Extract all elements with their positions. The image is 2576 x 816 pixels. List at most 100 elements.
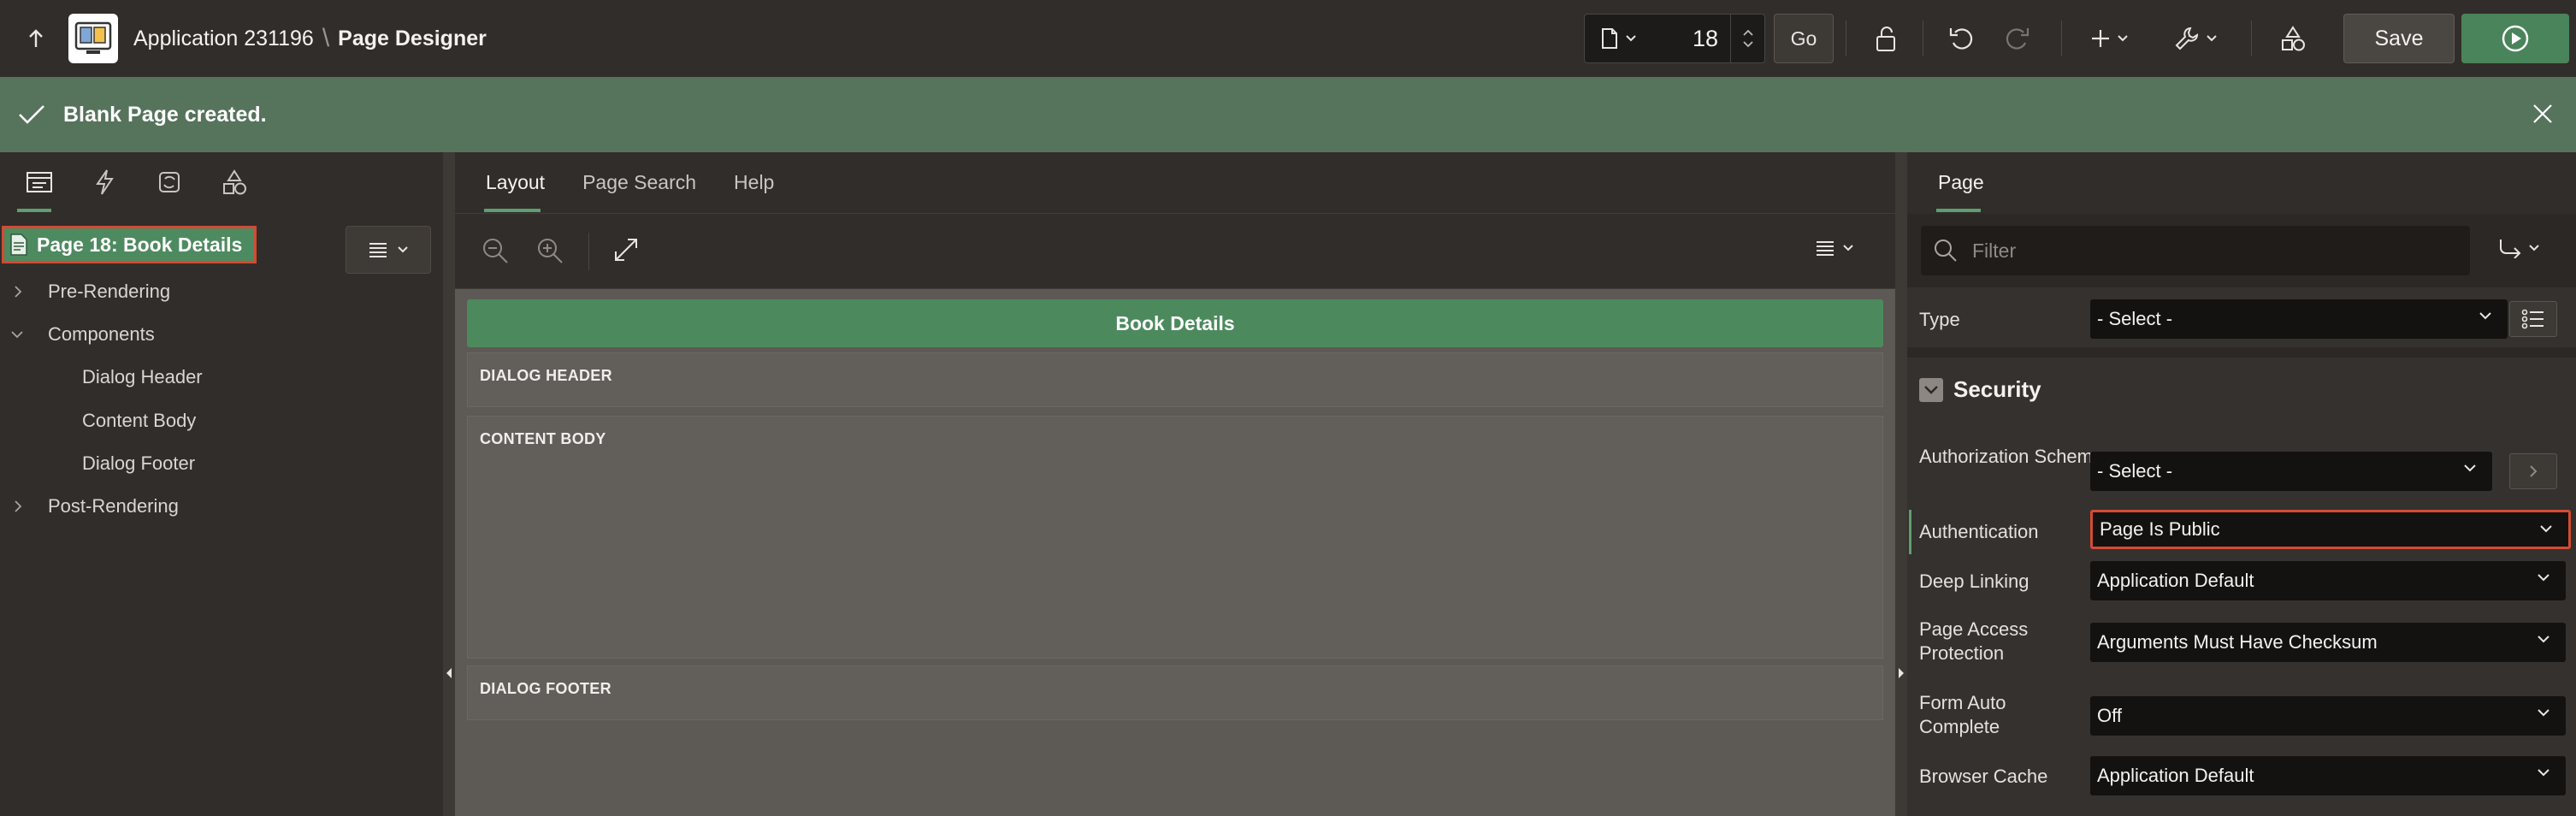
chevron-right-icon: [15, 286, 22, 298]
tab-page-search[interactable]: Page Search: [582, 171, 696, 194]
shared-components-tab-icon[interactable]: [219, 165, 250, 199]
tree-node-post-rendering[interactable]: Post-Rendering: [14, 495, 179, 517]
page-finder-button[interactable]: [1585, 27, 1653, 50]
rendering-tree-pane: Page 18: Book Details Pre-Rendering Comp…: [0, 152, 443, 816]
active-tab-indicator: [17, 209, 51, 212]
wrench-icon: [2175, 27, 2199, 50]
active-tab-indicator: [1936, 209, 1981, 212]
undo-icon[interactable]: [1943, 17, 1981, 60]
chevron-down-icon: [2540, 525, 2552, 533]
position-content-body[interactable]: CONTENT BODY: [467, 416, 1883, 659]
tree-node-pre-rendering[interactable]: Pre-Rendering: [14, 281, 170, 303]
authorization-scheme-label: Authorization Scheme: [1919, 446, 2104, 467]
chevron-down-icon: [11, 331, 23, 339]
success-message-text: Blank Page created.: [63, 102, 267, 127]
chevron-down-icon: [2464, 464, 2476, 472]
checkmark-icon: [19, 105, 44, 124]
type-label: Type: [1919, 309, 1960, 330]
page-root-node[interactable]: Page 18: Book Details: [2, 226, 257, 263]
breadcrumb-separator: \: [322, 24, 330, 52]
page-number-input[interactable]: 18: [1653, 26, 1730, 52]
tab-layout[interactable]: Layout: [486, 171, 545, 194]
layout-canvas: Book Details DIALOG HEADER CONTENT BODY …: [455, 289, 1895, 816]
tree-node-components[interactable]: Components: [10, 323, 155, 346]
utilities-menu-button[interactable]: [2167, 17, 2224, 60]
lock-page-icon[interactable]: [1870, 17, 1904, 60]
go-to-authorization-button[interactable]: [2509, 453, 2557, 489]
redo-icon[interactable]: [1998, 17, 2035, 60]
page-access-protection-select[interactable]: Arguments Must Have Checksum: [2090, 623, 2566, 662]
toolbar-divider: [2061, 21, 2062, 56]
processing-tab-icon[interactable]: [154, 165, 185, 199]
property-filter: [1921, 226, 2470, 275]
region-book-details[interactable]: Book Details: [467, 299, 1883, 347]
layout-menu-button[interactable]: [1815, 239, 1854, 257]
tree-node-dialog-footer[interactable]: Dialog Footer: [82, 452, 195, 475]
left-splitter[interactable]: [443, 152, 455, 816]
form-auto-complete-label: Form Auto Complete: [1919, 692, 2006, 737]
security-group-header[interactable]: Security: [1919, 376, 2041, 403]
dynamic-actions-tab-icon[interactable]: [89, 165, 120, 199]
tab-page[interactable]: Page: [1938, 171, 1984, 194]
active-tab-indicator: [484, 209, 541, 212]
deep-linking-label: Deep Linking: [1919, 571, 2029, 592]
chevron-down-icon: [2529, 245, 2539, 251]
property-editor-pane: Page Type - Select - Security Authorizat…: [1907, 152, 2576, 816]
current-property-marker: [1909, 510, 1911, 554]
tree-node-content-body[interactable]: Content Body: [82, 410, 196, 432]
type-select[interactable]: - Select -: [2090, 299, 2508, 339]
right-splitter[interactable]: [1895, 152, 1907, 816]
browser-cache-select[interactable]: Application Default: [2090, 756, 2566, 795]
up-arrow-icon[interactable]: [19, 13, 53, 64]
form-auto-complete-select[interactable]: Off: [2090, 696, 2566, 736]
deep-linking-select[interactable]: Application Default: [2090, 561, 2566, 600]
expand-icon[interactable]: [612, 236, 640, 263]
search-icon: [1935, 239, 1957, 262]
page-selector: 18: [1584, 14, 1765, 63]
authentication-select[interactable]: Page Is Public: [2090, 510, 2571, 549]
chevron-down-icon: [2538, 636, 2549, 643]
tree-menu-button[interactable]: [346, 226, 431, 274]
tab-help[interactable]: Help: [734, 171, 774, 194]
document-icon: [1602, 28, 1617, 49]
filter-input[interactable]: [1972, 239, 2451, 263]
rendering-tab-icon[interactable]: [24, 165, 55, 199]
tree-node-dialog-header[interactable]: Dialog Header: [82, 366, 203, 388]
security-group-title: Security: [1953, 376, 2041, 402]
list-view-button[interactable]: [2509, 301, 2557, 337]
left-pane-tabs: [0, 152, 443, 212]
authentication-label: Authentication: [1919, 521, 2039, 542]
page-number-stepper[interactable]: [1730, 15, 1764, 62]
authorization-scheme-select[interactable]: - Select -: [2090, 452, 2492, 491]
collapse-toggle-icon[interactable]: [1919, 377, 1943, 402]
position-dialog-header[interactable]: DIALOG HEADER: [467, 352, 1883, 407]
zoom-out-icon[interactable]: [481, 236, 510, 265]
zoom-in-icon[interactable]: [535, 236, 564, 265]
chevron-down-icon: [2538, 709, 2549, 717]
property-editor-tabs: Page: [1907, 152, 2576, 214]
breadcrumb-application[interactable]: Application 231196: [133, 27, 314, 51]
go-button[interactable]: Go: [1774, 14, 1834, 63]
layout-toolbar: [455, 214, 1895, 289]
position-dialog-footer[interactable]: DIALOG FOOTER: [467, 665, 1883, 720]
create-menu-button[interactable]: [2083, 17, 2135, 60]
menu-lines-icon: [369, 243, 387, 257]
save-button[interactable]: Save: [2343, 14, 2455, 63]
page-node-label: Page 18: Book Details: [37, 233, 243, 256]
chevron-down-icon: [1843, 245, 1853, 251]
shared-components-icon[interactable]: [2275, 17, 2311, 60]
center-pane-tabs: Layout Page Search Help: [455, 152, 1895, 214]
go-to-group-button[interactable]: [2497, 238, 2540, 258]
chevron-down-icon: [2207, 35, 2217, 42]
chevron-down-icon: [2538, 574, 2549, 582]
close-icon[interactable]: [2532, 103, 2554, 125]
application-icon[interactable]: [68, 14, 118, 63]
list-icon: [2521, 309, 2544, 329]
page-icon: [10, 234, 27, 256]
breadcrumb-page-designer: Page Designer: [338, 26, 487, 50]
collapse-right-icon: [1899, 668, 1904, 678]
chevron-down-icon: [2538, 769, 2549, 777]
chevron-down-icon: [2479, 312, 2491, 320]
plus-icon: [2092, 30, 2109, 47]
run-button[interactable]: [2461, 14, 2569, 63]
